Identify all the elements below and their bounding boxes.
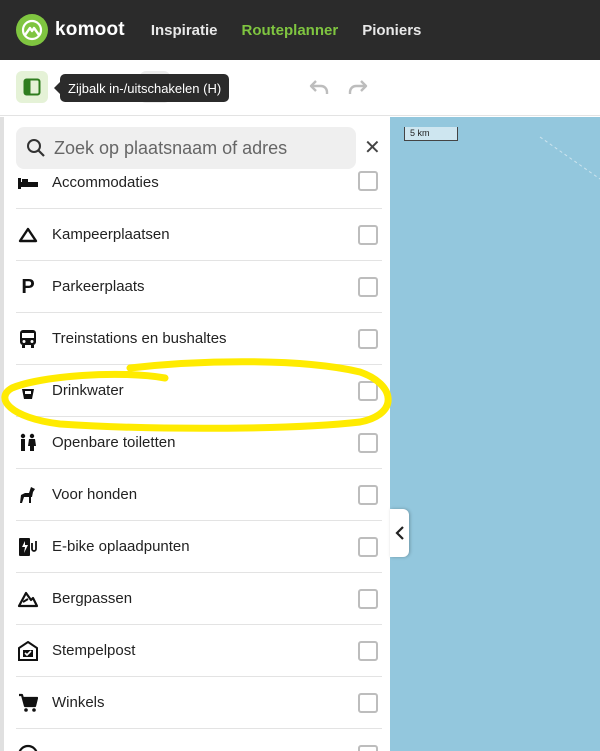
list-item[interactable]: Drinkwater <box>16 365 382 417</box>
list-item-label: Bergpassen <box>52 590 133 607</box>
list-item-label: Winkels <box>52 694 105 711</box>
sidebar-toggle-button[interactable] <box>16 71 48 103</box>
checkbox[interactable] <box>358 745 378 751</box>
logo-icon <box>16 14 48 46</box>
stamp-icon <box>16 640 40 662</box>
checkbox[interactable] <box>358 641 378 661</box>
list-item[interactable]: Kampeerplaatsen <box>16 209 382 261</box>
list-item-label: Treinstations en bushaltes <box>52 330 227 347</box>
checkbox[interactable] <box>358 225 378 245</box>
sidebar-panel: ✕ Accommodaties Kampeerplaatsen P Parkee… <box>0 117 390 751</box>
cart-icon <box>16 692 40 714</box>
list-item[interactable]: Treinstations en bushaltes <box>16 313 382 365</box>
search-icon <box>26 138 46 158</box>
redo-icon[interactable] <box>347 76 369 103</box>
list-item[interactable]: Stempelpost <box>16 625 382 677</box>
poi-list: Accommodaties Kampeerplaatsen P Parkeerp… <box>4 171 390 751</box>
list-item-label: E-bike oplaadpunten <box>52 538 190 555</box>
close-icon[interactable]: ✕ <box>364 137 381 159</box>
search-input[interactable] <box>54 137 344 159</box>
list-item[interactable]: Bergpassen <box>16 573 382 625</box>
main-nav: Inspiratie Routeplanner Pioniers <box>151 22 422 39</box>
top-navigation: komoot Inspiratie Routeplanner Pioniers <box>0 0 600 60</box>
checkbox[interactable] <box>358 485 378 505</box>
sidebar-toggle-tooltip: Zijbalk in-/uitschakelen (H) <box>53 74 230 102</box>
map-scale: 5 km <box>404 127 458 141</box>
checkbox[interactable] <box>358 537 378 557</box>
bus-icon <box>16 328 40 350</box>
sidebar-panel-icon <box>23 78 41 96</box>
checkbox[interactable] <box>358 277 378 297</box>
nav-routeplanner[interactable]: Routeplanner <box>242 22 339 39</box>
list-item[interactable]: Openbare toiletten <box>16 417 382 469</box>
toilet-icon <box>16 432 40 454</box>
circle-icon <box>16 744 40 751</box>
list-item-label: Voor honden <box>52 486 138 503</box>
mountain-icon <box>16 588 40 610</box>
list-item[interactable]: Accommodaties <box>16 171 382 209</box>
list-item[interactable]: E-bike oplaadpunten <box>16 521 382 573</box>
map-water-layer <box>539 136 600 180</box>
list-item-label: Parkeerplaats <box>52 278 145 295</box>
nav-inspiratie[interactable]: Inspiratie <box>151 22 218 39</box>
bed-icon <box>16 172 40 194</box>
dog-icon <box>16 484 40 506</box>
list-item-label: Kampeerplaatsen <box>52 226 170 243</box>
tent-icon <box>16 224 40 246</box>
charging-icon <box>16 536 40 558</box>
list-item-label: Stempelpost <box>52 642 136 659</box>
list-item[interactable] <box>16 729 382 751</box>
chevron-left-icon <box>394 526 404 540</box>
map-canvas[interactable]: 5 km <box>390 117 600 751</box>
checkbox[interactable] <box>358 693 378 713</box>
komoot-logo[interactable]: komoot <box>16 14 125 46</box>
nav-pioniers[interactable]: Pioniers <box>362 22 421 39</box>
list-item[interactable]: Winkels <box>16 677 382 729</box>
list-item[interactable]: P Parkeerplaats <box>16 261 382 313</box>
checkbox[interactable] <box>358 381 378 401</box>
checkbox[interactable] <box>358 171 378 191</box>
checkbox[interactable] <box>358 433 378 453</box>
checkbox[interactable] <box>358 589 378 609</box>
tap-icon <box>16 380 40 402</box>
logo-wordmark: komoot <box>55 19 125 40</box>
list-item-label: Accommodaties <box>52 174 159 191</box>
list-item-label: Drinkwater <box>52 382 124 399</box>
list-item-label: Openbare toiletten <box>52 434 176 451</box>
checkbox[interactable] <box>358 329 378 349</box>
parking-icon: P <box>21 275 35 298</box>
search-box[interactable] <box>16 127 356 169</box>
undo-icon[interactable] <box>308 76 330 103</box>
list-item[interactable]: Voor honden <box>16 469 382 521</box>
collapse-sidebar-tab[interactable] <box>390 509 409 557</box>
